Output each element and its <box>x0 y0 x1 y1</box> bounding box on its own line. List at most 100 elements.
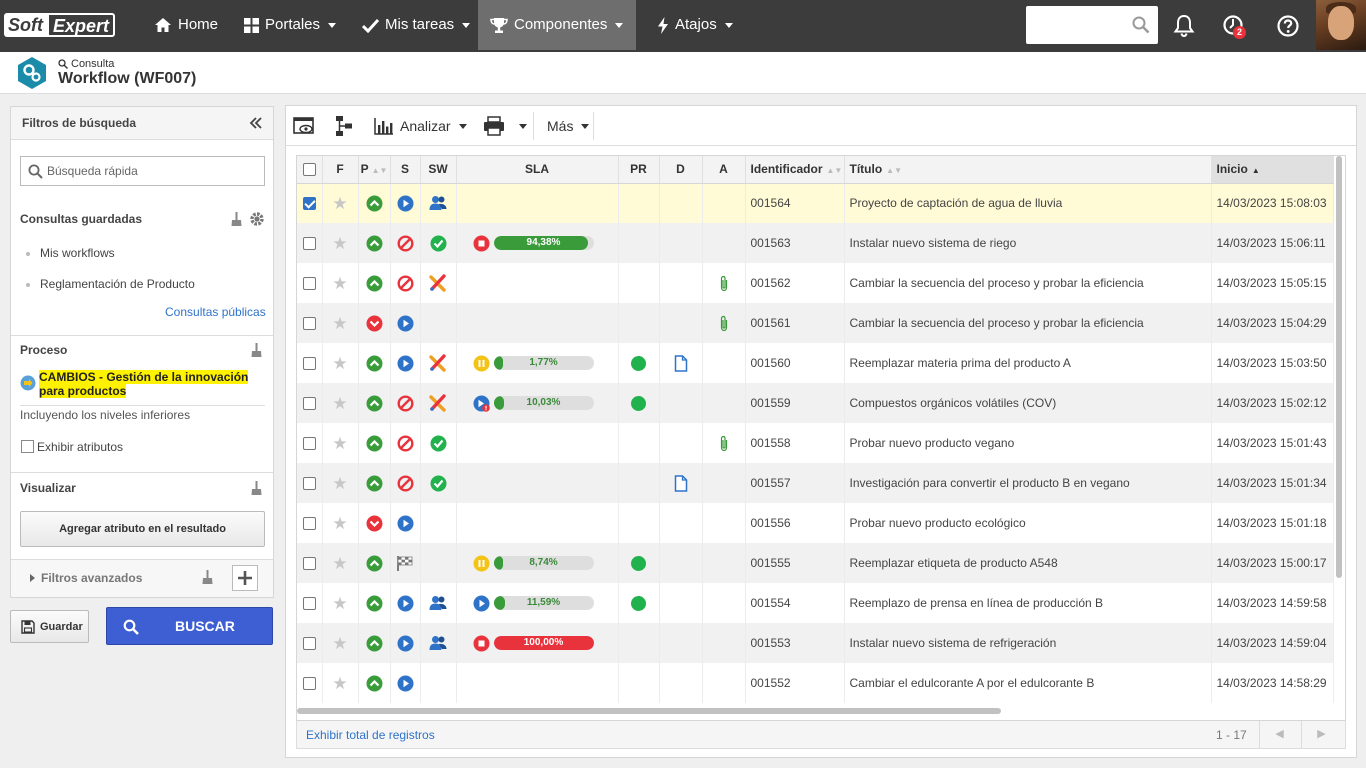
title-cell[interactable]: Investigación para convertir el producto… <box>844 463 1212 503</box>
paperclip-icon[interactable] <box>719 435 729 452</box>
title-cell[interactable]: Compuestos orgánicos volátiles (COV) <box>844 383 1212 423</box>
identifier-cell[interactable]: 001563 <box>745 223 845 263</box>
row-checkbox[interactable] <box>302 677 316 691</box>
table-row[interactable]: ★ 001562 Cambiar la secuencia del proceso … <box>297 263 1334 303</box>
title-cell[interactable]: Instalar nuevo sistema de riego <box>844 223 1212 263</box>
row-select-cell[interactable] <box>297 263 323 303</box>
favorite-cell[interactable]: ★ <box>322 543 359 583</box>
star-icon[interactable]: ★ <box>332 634 347 653</box>
save-button[interactable]: Guardar <box>10 610 89 643</box>
advanced-filters-row[interactable]: Filtros avanzados <box>11 560 273 597</box>
process-value[interactable]: CAMBIOS - Gestión de la innovación para … <box>39 370 249 398</box>
title-cell[interactable]: Reemplazar materia prima del producto A <box>844 343 1212 383</box>
identifier-cell[interactable]: 001555 <box>745 543 845 583</box>
star-icon[interactable]: ★ <box>332 314 347 333</box>
document-icon[interactable] <box>674 474 688 492</box>
title-cell[interactable]: Cambiar el edulcorante A por el edulcora… <box>844 663 1212 703</box>
row-select-cell[interactable] <box>297 503 323 543</box>
row-select-cell[interactable] <box>297 543 323 583</box>
quick-search-field[interactable] <box>20 156 265 186</box>
star-icon[interactable]: ★ <box>332 434 347 453</box>
column-header-d[interactable]: D <box>659 156 703 184</box>
view-details-button[interactable] <box>293 106 315 146</box>
show-total-records-link[interactable]: Exhibir total de registros <box>306 728 435 742</box>
table-row[interactable]: ★ 001561 Cambiar la secuencia del proceso … <box>297 303 1334 343</box>
row-checkbox[interactable] <box>302 517 316 531</box>
table-row[interactable]: ★ 001558 Probar nuevo producto vegano 14/03… <box>297 423 1334 463</box>
row-select-cell[interactable] <box>297 303 323 343</box>
broom-icon[interactable] <box>251 343 262 358</box>
favorite-cell[interactable]: ★ <box>322 503 359 543</box>
next-page-button[interactable]: ▶ <box>1301 721 1341 748</box>
collapse-panel-icon[interactable] <box>249 116 263 130</box>
nav-atajos[interactable]: Atajos <box>645 0 745 50</box>
row-checkbox[interactable] <box>302 637 316 651</box>
row-select-cell[interactable] <box>297 583 323 623</box>
star-icon[interactable]: ★ <box>332 674 347 693</box>
identifier-cell[interactable]: 001564 <box>745 183 845 223</box>
title-cell[interactable]: Probar nuevo producto ecológico <box>844 503 1212 543</box>
table-row[interactable]: ★ 94,38% 001563 Instalar nuevo sistema de r… <box>297 223 1334 263</box>
column-header-p[interactable]: P ▲▼ <box>358 156 391 184</box>
favorite-cell[interactable]: ★ <box>322 223 359 263</box>
row-checkbox[interactable] <box>302 237 316 251</box>
title-cell[interactable]: Probar nuevo producto vegano <box>844 423 1212 463</box>
row-select-cell[interactable] <box>297 663 323 703</box>
row-checkbox[interactable] <box>302 317 316 331</box>
star-icon[interactable]: ★ <box>332 394 347 413</box>
favorite-cell[interactable]: ★ <box>322 623 359 663</box>
select-all-header[interactable] <box>297 156 323 184</box>
notifications-button[interactable]: 2 <box>1222 14 1248 40</box>
identifier-cell[interactable]: 001559 <box>745 383 845 423</box>
row-checkbox[interactable] <box>302 597 316 611</box>
star-icon[interactable]: ★ <box>332 354 347 373</box>
title-cell[interactable]: Cambiar la secuencia del proceso y proba… <box>844 263 1212 303</box>
title-cell[interactable]: Reemplazar etiqueta de producto A548 <box>844 543 1212 583</box>
star-icon[interactable]: ★ <box>332 194 347 213</box>
saved-query-item[interactable]: Reglamentación de Producto <box>40 277 195 291</box>
title-cell[interactable]: Instalar nuevo sistema de refrigeración <box>844 623 1212 663</box>
row-checkbox[interactable] <box>302 277 316 291</box>
identifier-cell[interactable]: 001561 <box>745 303 845 343</box>
column-header-sw[interactable]: SW <box>420 156 457 184</box>
identifier-cell[interactable]: 001552 <box>745 663 845 703</box>
softexpert-logo[interactable]: Soft Expert <box>4 12 116 38</box>
previous-page-button[interactable]: ◀ <box>1259 721 1299 748</box>
select-all-checkbox[interactable] <box>302 163 316 177</box>
star-icon[interactable]: ★ <box>332 234 347 253</box>
favorite-cell[interactable]: ★ <box>322 463 359 503</box>
broom-icon[interactable] <box>231 212 242 227</box>
column-header-f[interactable]: F <box>322 156 359 184</box>
identifier-cell[interactable]: 001553 <box>745 623 845 663</box>
favorite-cell[interactable]: ★ <box>322 423 359 463</box>
column-header-sla[interactable]: SLA <box>456 156 619 184</box>
row-select-cell[interactable] <box>297 423 323 463</box>
table-row[interactable]: ★ 001557 Investigación para convertir el p… <box>297 463 1334 503</box>
identifier-cell[interactable]: 001557 <box>745 463 845 503</box>
saved-query-item[interactable]: Mis workflows <box>40 246 115 260</box>
global-search-input[interactable] <box>1026 6 1158 44</box>
identifier-cell[interactable]: 001558 <box>745 423 845 463</box>
vertical-scrollbar[interactable] <box>1336 156 1342 578</box>
nav-mis-tareas[interactable]: Mis tareas <box>350 0 482 50</box>
favorite-cell[interactable]: ★ <box>322 663 359 703</box>
table-row[interactable]: ★ 001552 Cambiar el edulcorante A por el e… <box>297 663 1334 703</box>
add-filter-button[interactable] <box>232 565 258 591</box>
favorite-cell[interactable]: ★ <box>322 303 359 343</box>
row-checkbox[interactable] <box>302 437 316 451</box>
paperclip-icon[interactable] <box>719 275 729 292</box>
public-queries-link[interactable]: Consultas públicas <box>165 305 266 319</box>
nav-portales[interactable]: Portales <box>232 0 348 50</box>
column-header-inicio[interactable]: Inicio ▲ <box>1211 156 1334 184</box>
row-checkbox[interactable] <box>302 477 316 491</box>
print-menu[interactable] <box>483 106 527 146</box>
row-checkbox[interactable] <box>302 397 316 411</box>
row-select-cell[interactable] <box>297 183 323 223</box>
column-header-s[interactable]: S <box>390 156 421 184</box>
table-row[interactable]: ★ 001556 Probar nuevo producto ecológico 14… <box>297 503 1334 543</box>
table-row[interactable]: ★ 10,03% 001559 Compuestos orgánicos voláti… <box>297 383 1334 423</box>
row-select-cell[interactable] <box>297 623 323 663</box>
row-checkbox[interactable] <box>302 357 316 371</box>
search-button[interactable]: BUSCAR <box>106 607 273 645</box>
add-attribute-button[interactable]: Agregar atributo en el resultado <box>20 511 265 547</box>
